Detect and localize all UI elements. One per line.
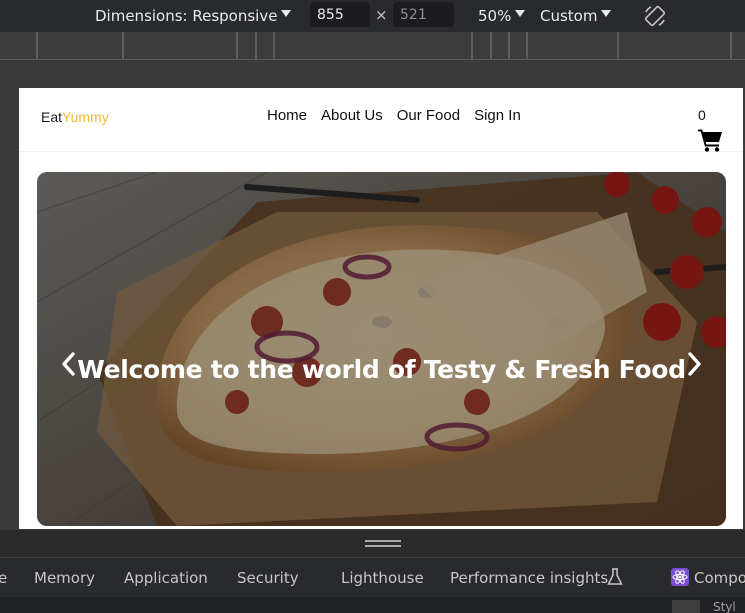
styles-tab-label[interactable]: Styl — [713, 600, 736, 613]
flask-icon — [607, 568, 623, 585]
brand-logo[interactable]: EatYummy — [41, 109, 109, 125]
nav-link-about[interactable]: About Us — [321, 107, 383, 124]
nav-link-our-food[interactable]: Our Food — [397, 107, 460, 124]
dimensions-dropdown[interactable]: Dimensions: Responsive — [95, 0, 292, 32]
panel-toggle-button[interactable] — [672, 600, 700, 613]
nav-link-home[interactable]: Home — [267, 107, 307, 124]
zoom-dropdown[interactable]: 50% — [478, 0, 526, 32]
grip-line — [365, 540, 401, 542]
tab-memory[interactable]: Memory — [34, 569, 95, 587]
tab-lighthouse[interactable]: Lighthouse — [341, 569, 424, 587]
web-page: EatYummy Home About Us Our Food Sign In … — [19, 88, 743, 529]
ruler-tick — [471, 32, 473, 59]
ruler-tick — [526, 32, 528, 59]
chevron-right-icon[interactable] — [683, 350, 705, 378]
caret-down-icon — [601, 9, 612, 17]
browser-devtools-window: Dimensions: Responsive 855 × 521 50% Cus… — [0, 0, 745, 613]
ruler-tick — [617, 32, 619, 59]
caret-down-icon — [281, 9, 292, 17]
devtools-lower-panel — [0, 597, 745, 613]
times-symbol: × — [375, 6, 388, 24]
react-icon — [671, 568, 689, 586]
pizza-image — [37, 172, 726, 526]
ruler-tick — [490, 32, 492, 59]
dimensions-label: Dimensions: Responsive — [95, 7, 278, 25]
devtools-resize-handle[interactable] — [0, 530, 745, 557]
tab-components[interactable]: Compo — [694, 569, 745, 587]
device-viewport: EatYummy Home About Us Our Food Sign In … — [0, 60, 745, 530]
tab-performance-insights[interactable]: Performance insights — [450, 569, 608, 587]
hero-title: Welcome to the world of Testy & Fresh Fo… — [77, 355, 686, 384]
height-input[interactable]: 521 — [393, 2, 454, 27]
nav-menu: Home About Us Our Food Sign In — [267, 107, 521, 124]
brand-prefix: Eat — [41, 109, 63, 125]
tab-security[interactable]: Security — [237, 569, 299, 587]
ruler-tick — [236, 32, 238, 59]
throttle-label: Custom — [540, 7, 598, 25]
width-input[interactable]: 855 — [310, 2, 370, 27]
nav-link-sign-in[interactable]: Sign In — [474, 107, 521, 124]
grip-line — [365, 545, 401, 547]
ruler-tick — [255, 32, 257, 59]
site-navbar: EatYummy Home About Us Our Food Sign In … — [19, 88, 743, 152]
ruler-tick — [273, 32, 275, 59]
ruler-tick — [122, 32, 124, 59]
ruler-tick — [508, 32, 510, 59]
zoom-label: 50% — [478, 7, 512, 25]
brand-accent: Yummy — [62, 109, 109, 125]
ruler-tick — [36, 32, 38, 59]
throttle-dropdown[interactable]: Custom — [540, 0, 612, 32]
shopping-cart-icon[interactable] — [698, 128, 724, 152]
device-toolbar: Dimensions: Responsive 855 × 521 50% Cus… — [0, 0, 745, 32]
media-query-ruler[interactable] — [0, 32, 745, 59]
hero-carousel: Welcome to the world of Testy & Fresh Fo… — [37, 172, 726, 526]
ruler-tick — [730, 32, 732, 59]
rotate-icon[interactable] — [642, 3, 668, 29]
tab-partial[interactable]: e — [0, 569, 7, 587]
cart-count: 0 — [698, 107, 706, 123]
caret-down-icon — [515, 9, 526, 17]
tab-application[interactable]: Application — [124, 569, 208, 587]
devtools-tab-bar: e Memory Application Security Lighthouse… — [0, 557, 745, 597]
